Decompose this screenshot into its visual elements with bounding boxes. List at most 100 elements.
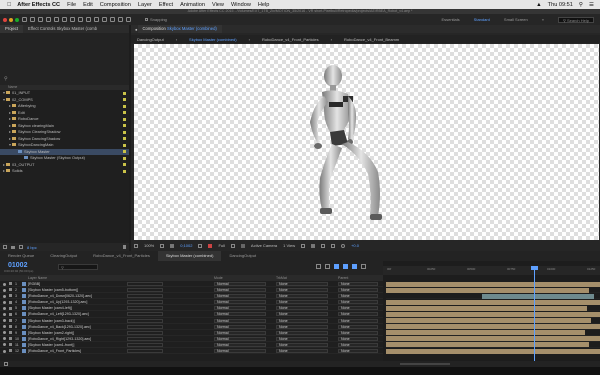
blend-mode-dropdown[interactable]: Normal <box>214 318 266 323</box>
label-color-swatch[interactable] <box>9 312 12 316</box>
zoom-icon[interactable] <box>15 17 19 22</box>
playhead-line[interactable] <box>533 266 535 361</box>
pan-behind-tool-icon[interactable] <box>62 17 67 22</box>
layer-duration-bar[interactable] <box>386 299 600 305</box>
graph-editor-icon[interactable] <box>361 264 366 269</box>
track-matte-dropdown[interactable]: None <box>276 282 328 286</box>
search-help-field[interactable]: ⚲ Search Help <box>557 16 594 23</box>
trash-icon[interactable] <box>123 245 126 249</box>
new-folder-icon[interactable] <box>11 245 15 249</box>
resolution-dropdown[interactable]: Full <box>218 243 224 248</box>
3d-view-dropdown[interactable]: Active Camera <box>251 243 277 248</box>
menu-effect[interactable]: Effect <box>159 2 173 8</box>
layer-duration-bar[interactable] <box>386 342 590 348</box>
blend-mode-dropdown[interactable]: Normal <box>214 306 266 311</box>
layer-switches[interactable] <box>127 300 163 305</box>
new-comp-icon[interactable] <box>19 245 23 249</box>
menu-window[interactable]: Window <box>231 2 251 8</box>
layer-duration-bar[interactable] <box>386 318 592 324</box>
close-icon[interactable] <box>3 17 7 22</box>
tab-render-queue[interactable]: Render Queue <box>0 251 42 261</box>
search-icon[interactable]: ⚲ <box>579 2 583 8</box>
layer-switches[interactable] <box>127 288 163 293</box>
clock[interactable]: Thu 09:51 <box>548 2 573 8</box>
pen-tool-icon[interactable] <box>78 17 83 22</box>
parent-dropdown[interactable]: None <box>338 330 378 335</box>
visibility-eye-icon[interactable] <box>3 337 6 341</box>
parent-dropdown[interactable]: None <box>338 342 378 347</box>
blend-mode-dropdown[interactable]: Normal <box>214 330 266 335</box>
track-matte-dropdown[interactable]: None <box>276 288 328 293</box>
app-menu[interactable]: After Effects CC <box>17 2 60 8</box>
track-matte-dropdown[interactable]: None <box>276 306 328 311</box>
visibility-eye-icon[interactable] <box>3 294 6 298</box>
menu-composition[interactable]: Composition <box>100 2 131 8</box>
visibility-eye-icon[interactable] <box>3 343 6 347</box>
layer-switches[interactable] <box>127 282 163 286</box>
parent-dropdown[interactable]: None <box>338 294 378 299</box>
label-color-swatch[interactable] <box>123 163 126 166</box>
region-of-interest-icon[interactable] <box>230 243 235 248</box>
flowchart-icon[interactable] <box>331 243 336 248</box>
label-color-swatch[interactable] <box>9 331 12 335</box>
selection-tool-icon[interactable] <box>22 17 27 22</box>
layer-switches[interactable] <box>127 318 163 323</box>
search-icon[interactable]: ⚲ <box>4 76 8 82</box>
label-color-swatch[interactable] <box>9 349 12 353</box>
label-color-swatch[interactable] <box>9 294 12 298</box>
menu-layer[interactable]: Layer <box>138 2 152 8</box>
workspace-small-screen[interactable]: Small Screen <box>504 17 528 22</box>
layer-switches[interactable] <box>127 330 163 335</box>
tab-skybox-master[interactable]: Skybox Master (combined) <box>183 37 243 42</box>
grid-icon[interactable] <box>160 243 165 248</box>
apple-icon[interactable]:  <box>7 2 11 8</box>
label-color-swatch[interactable] <box>9 324 12 328</box>
layer-duration-bar[interactable] <box>482 293 594 299</box>
snapping-checkbox[interactable]: Snapping <box>145 17 167 22</box>
label-color-swatch[interactable] <box>123 169 126 173</box>
layer-switches[interactable] <box>127 342 163 347</box>
composition-panel-title[interactable]: Composition Skybox Master (combined) <box>137 25 222 33</box>
layer-duration-bar[interactable] <box>386 311 600 317</box>
roto-brush-tool-icon[interactable] <box>118 17 123 22</box>
blend-mode-dropdown[interactable]: Normal <box>214 312 266 317</box>
time-ruler[interactable]: 00f 00250 00500 00750 01000 01250 <box>383 266 600 275</box>
wifi-icon[interactable]: ▲ <box>536 2 542 8</box>
visibility-eye-icon[interactable] <box>3 319 6 323</box>
parent-dropdown[interactable]: None <box>338 336 378 341</box>
tab-effect-controls[interactable]: Effect Controls Skybox Master (comb <box>23 25 102 33</box>
menu-list-icon[interactable]: ☰ <box>589 2 594 8</box>
tab-skybox-master-timeline[interactable]: Skybox Master (combined) <box>157 251 222 261</box>
tab-robodance-beam[interactable]: RoboDance_v4_Front_Beamm <box>338 37 405 42</box>
tab-project[interactable]: Project <box>0 25 24 33</box>
zoom-slider[interactable] <box>400 363 450 365</box>
tab-robodance-particles-timeline[interactable]: RoboDance_v4_Front_Particles <box>85 251 158 261</box>
visibility-eye-icon[interactable] <box>3 325 6 329</box>
color-channel-icon[interactable] <box>208 243 213 248</box>
label-color-swatch[interactable] <box>123 130 126 134</box>
minimize-icon[interactable] <box>9 17 13 22</box>
col-mode[interactable]: Mode <box>214 276 223 280</box>
timeline-search-input[interactable]: ⚲ <box>58 264 98 270</box>
label-color-swatch[interactable] <box>123 156 126 160</box>
parent-dropdown[interactable]: None <box>338 282 378 286</box>
layer-duration-bar[interactable] <box>386 336 600 342</box>
parent-dropdown[interactable]: None <box>338 312 378 317</box>
blend-mode-dropdown[interactable]: Normal <box>214 282 266 286</box>
layer-switches[interactable] <box>127 294 163 299</box>
blend-mode-dropdown[interactable]: Normal <box>214 349 266 354</box>
workspace-menu-icon[interactable]: » <box>542 17 544 22</box>
visibility-eye-icon[interactable] <box>3 312 6 316</box>
brush-tool-icon[interactable] <box>94 17 99 22</box>
parent-dropdown[interactable]: None <box>338 324 378 329</box>
clone-tool-icon[interactable] <box>102 17 107 22</box>
layer-name[interactable]: [RoboDance_v4_Front_Particles] <box>28 348 124 354</box>
visibility-eye-icon[interactable] <box>3 306 6 310</box>
bpc-indicator[interactable]: 8 bpc <box>27 245 37 250</box>
view-layout-dropdown[interactable]: 1 View <box>283 243 295 248</box>
timeline-icon[interactable] <box>321 243 326 248</box>
tab-robodance-particles[interactable]: RoboDance_v4_Front_Particles <box>256 37 325 42</box>
blend-mode-dropdown[interactable]: Normal <box>214 342 266 347</box>
track-matte-dropdown[interactable]: None <box>276 336 328 341</box>
visibility-eye-icon[interactable] <box>3 282 6 286</box>
